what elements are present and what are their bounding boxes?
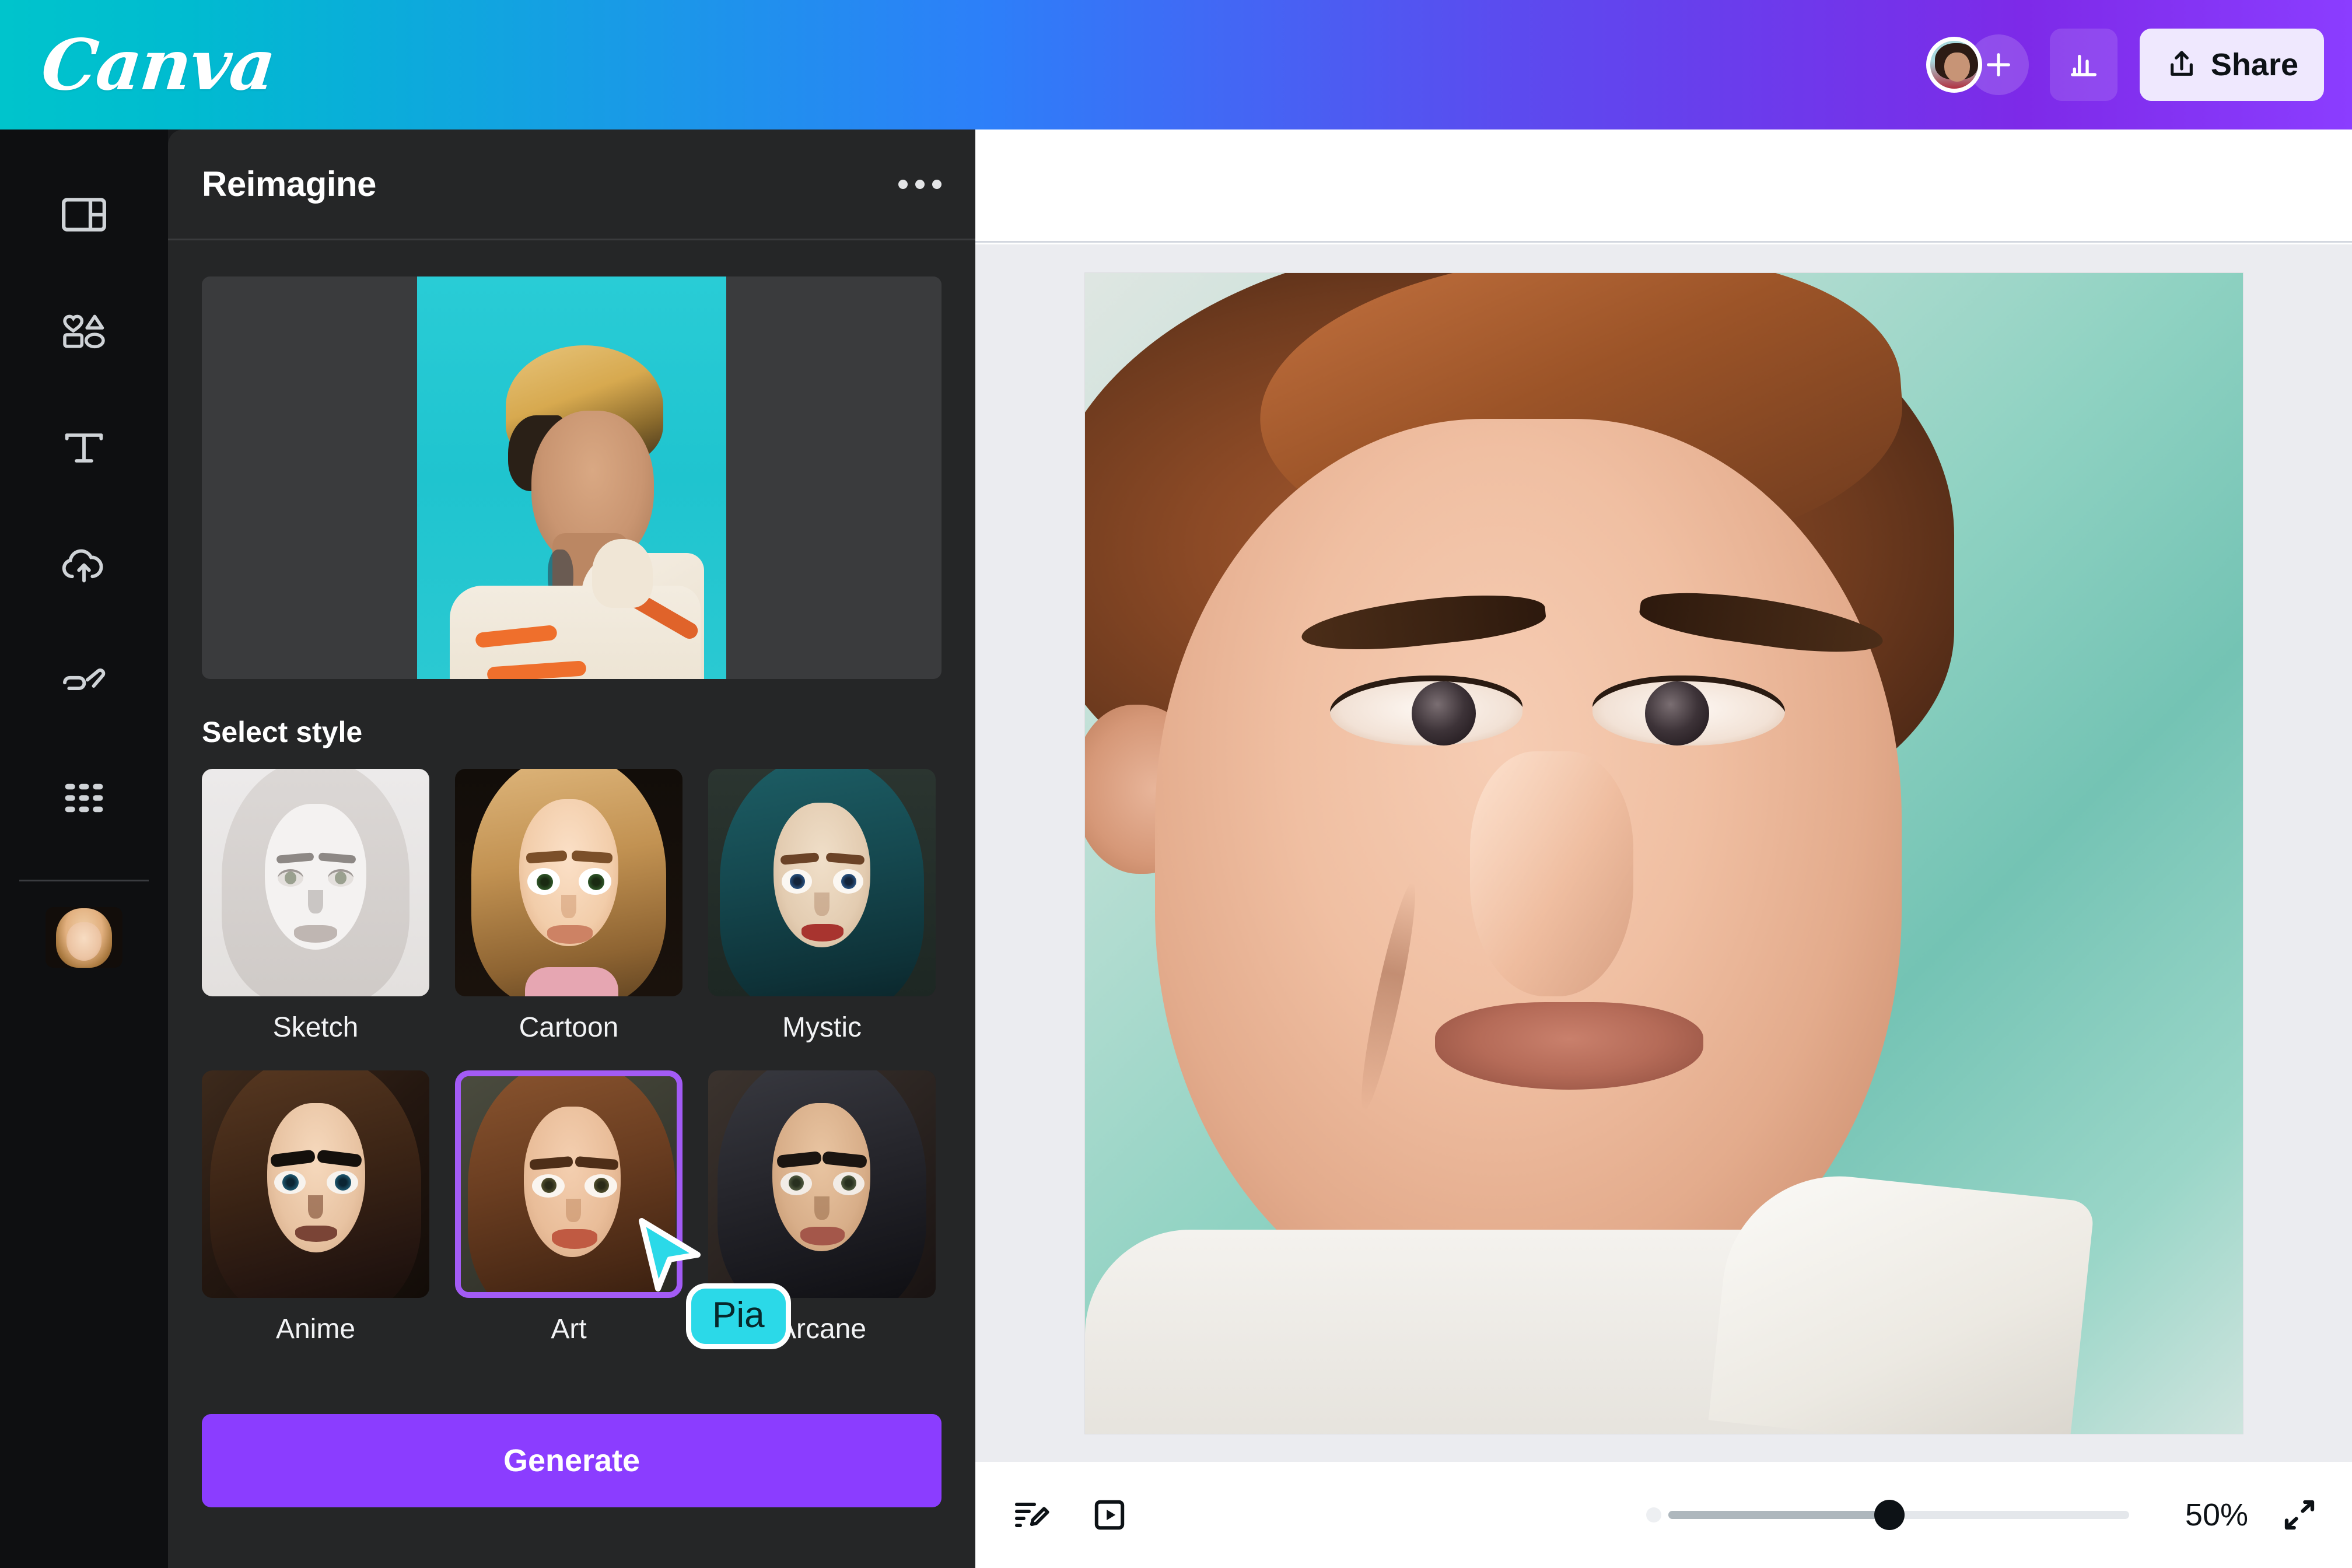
canvas-area: 50% [975,130,2352,1568]
expand-diagonal-icon [2284,1500,2315,1530]
notes-button[interactable] [1008,1490,1057,1539]
top-bar: Canva Share [0,0,2352,130]
cursor-name-label: Pia [686,1283,791,1349]
style-option-cartoon[interactable]: Cartoon [455,769,682,1044]
share-upload-icon [2171,51,2193,76]
zoom-controls: 50% [1646,1490,2324,1539]
canva-logo[interactable]: Canva [38,24,279,106]
active-app-thumbnail[interactable] [46,907,123,968]
insights-button[interactable] [2049,29,2118,101]
style-label: Anime [275,1314,356,1345]
plus-icon [1986,53,2010,76]
style-option-mystic[interactable]: Mystic [708,769,936,1044]
sidebar-item-elements[interactable] [0,273,168,390]
style-option-art[interactable]: Art [455,1070,682,1345]
sidebar-item-apps[interactable] [0,740,168,856]
elements-shapes-icon [63,314,105,349]
present-button[interactable] [1085,1490,1134,1539]
present-play-icon [1094,1500,1125,1530]
more-options-icon[interactable] [898,179,942,189]
artwork-pupil-right [1644,681,1709,746]
notes-edit-icon [1015,1503,1049,1527]
artwork-shoulder [1708,1164,2095,1434]
text-icon [65,433,103,463]
avatar-group [1926,34,2029,95]
page-title: Reimagine [202,164,376,204]
sidebar-item-text[interactable] [0,390,168,506]
style-thumbnail [202,1070,429,1298]
canvas-bottom-bar: 50% [975,1462,2352,1568]
style-thumbnail [708,769,936,996]
select-style-label: Select style [202,716,363,748]
fullscreen-button[interactable] [2275,1490,2324,1539]
style-label: Cartoon [519,1012,619,1043]
apps-grid-icon [65,783,103,813]
panel-header: Reimagine [168,130,975,240]
zoom-out-button[interactable] [1646,1507,1661,1522]
design-layout-icon [62,198,106,232]
sidebar-item-uploads[interactable] [0,506,168,623]
style-label: Art [551,1314,587,1345]
sidebar-item-draw[interactable] [0,623,168,740]
style-grid: Sketch Cartoon Mystic Anime Art Arcane [202,769,943,1345]
style-thumbnail [455,769,682,996]
style-thumbnail [708,1070,936,1298]
zoom-slider-fill [1668,1511,1890,1519]
artwork-mouth [1434,1002,1703,1090]
cloud-upload-icon [62,549,103,583]
canvas-top-strip [975,130,2352,243]
artboard[interactable] [1084,272,2243,1434]
zoom-level-label: 50% [2185,1497,2248,1532]
rail-divider [19,880,149,881]
style-label: Mystic [782,1012,862,1043]
style-option-sketch[interactable]: Sketch [202,769,429,1044]
zoom-slider-thumb[interactable] [1874,1500,1905,1530]
style-thumbnail [455,1070,682,1298]
left-rail [0,130,168,1568]
zoom-slider[interactable] [1668,1500,2129,1530]
draw-pen-icon [63,668,106,691]
canvas-workspace[interactable] [975,244,2352,1462]
bar-chart-icon [2070,54,2096,76]
artwork-nose [1469,751,1633,996]
style-option-anime[interactable]: Anime [202,1070,429,1345]
topbar-actions: Share [1926,29,2324,101]
generate-button[interactable]: Generate [202,1414,942,1507]
style-label: Sketch [272,1012,359,1043]
style-thumbnail [202,769,429,996]
share-button-label: Share [2210,47,2298,82]
bottom-bar-left-actions [1008,1490,1134,1539]
generate-button-label: Generate [503,1443,640,1478]
source-image [417,276,726,679]
avatar[interactable] [1926,37,1982,93]
source-image-preview[interactable] [202,276,942,679]
sidebar-item-design[interactable] [0,156,168,273]
share-button[interactable]: Share [2139,29,2324,101]
artwork-pupil-left [1411,681,1476,746]
reimagine-panel: Reimagine Select style Sketch Cartoon My… [168,130,975,1568]
